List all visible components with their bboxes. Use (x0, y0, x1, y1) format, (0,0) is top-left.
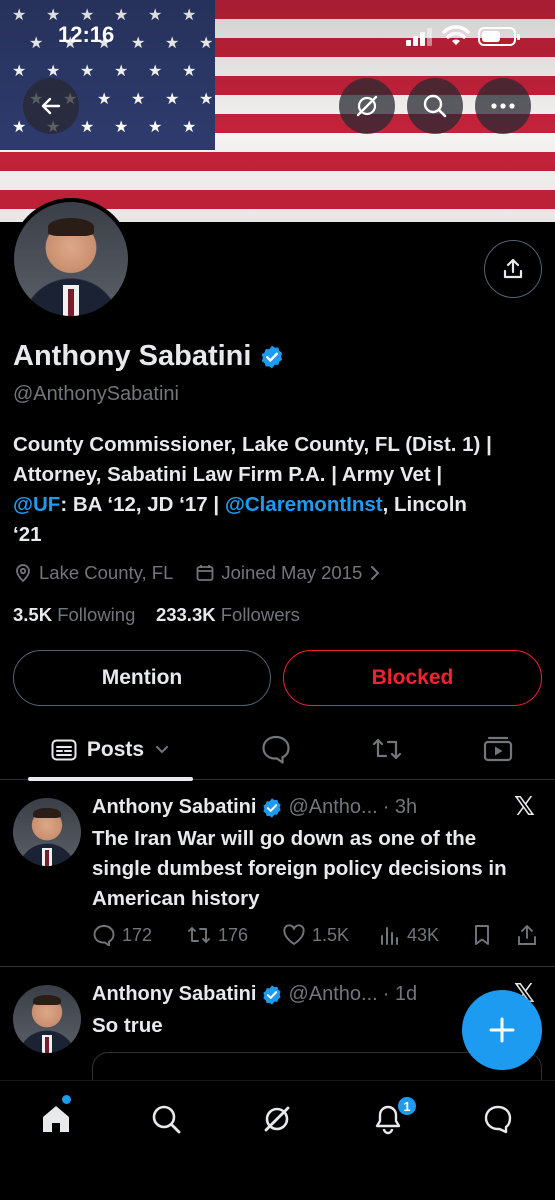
bio-line-4: ‘21 (13, 523, 42, 546)
avatar-photo (13, 985, 81, 1053)
following-label: Following (57, 604, 136, 625)
tab-posts-label: Posts (86, 738, 145, 761)
bookmark-button[interactable] (472, 924, 492, 946)
share-profile-button[interactable] (484, 240, 542, 298)
location-text: Lake County, FL (39, 562, 174, 583)
signal-icon (406, 28, 432, 46)
mention-button[interactable]: Mention (13, 650, 271, 706)
posts-tab-icon (51, 739, 77, 761)
status-time: 12:16 (58, 22, 115, 47)
calendar-icon (196, 565, 214, 581)
views-icon (381, 927, 398, 945)
post-time: · 3h (382, 796, 418, 818)
share-icon (503, 258, 523, 279)
search-icon (423, 94, 447, 118)
verified-badge-icon (263, 984, 282, 1005)
back-button[interactable] (23, 78, 79, 134)
followers-link[interactable]: 233.3K Followers (156, 604, 300, 625)
following-count: 3.5K (13, 604, 53, 625)
profile-avatar[interactable] (10, 198, 132, 320)
x-logo-icon: 𝕏 (514, 791, 535, 821)
status-bar: 12:16 (0, 0, 555, 70)
bottom-navigation: 1 (0, 1080, 555, 1200)
profile-tabs: Posts (0, 720, 555, 781)
post-header: Anthony Sabatini @Antho... · 1d (92, 983, 417, 1006)
post-avatar[interactable] (13, 985, 81, 1053)
heart-icon (283, 924, 305, 945)
profile-name: Anthony Sabatini (13, 340, 252, 372)
nav-search[interactable] (146, 1099, 186, 1139)
home-icon (43, 1106, 69, 1132)
profile-handle: @AnthonySabatini (13, 383, 179, 405)
more-icon (491, 103, 515, 109)
repost-icon (188, 927, 210, 943)
profile-stats: 3.5K Following 233.3K Followers (13, 604, 300, 626)
followers-label: Followers (220, 604, 300, 625)
share-icon (518, 925, 536, 945)
mention-uf-link[interactable]: @UF (13, 493, 60, 516)
following-link[interactable]: 3.5K Following (13, 604, 135, 625)
followers-count: 233.3K (155, 604, 216, 625)
nav-grok[interactable] (257, 1099, 297, 1139)
post-author-handle: @Antho... (288, 983, 378, 1005)
avatar-photo (14, 202, 128, 316)
location-icon (16, 564, 30, 583)
blocked-button[interactable]: Blocked (283, 650, 542, 706)
bio-line-2: Attorney, Sabatini Law Firm P.A. | Army … (13, 463, 443, 486)
share-post-button[interactable] (516, 924, 538, 946)
bio-line-1: County Commissioner, Lake County, FL (Di… (13, 433, 492, 456)
battery-icon (478, 27, 520, 46)
reply-icon (93, 925, 115, 946)
reply-button[interactable]: 172 (92, 924, 152, 946)
bookmark-icon (475, 925, 489, 945)
notifications-badge: 1 (396, 1095, 418, 1117)
repost-button[interactable]: 176 (186, 924, 248, 946)
repost-count: 176 (218, 924, 249, 945)
search-icon (152, 1105, 181, 1134)
post-author-name[interactable]: Anthony Sabatini (92, 796, 256, 819)
post-author-handle: @Antho... (288, 796, 378, 818)
joined-text: Joined May 2015 (221, 562, 363, 583)
verified-badge-icon (263, 797, 282, 818)
post-time: · 1d (382, 983, 418, 1005)
messages-icon (484, 1105, 512, 1134)
plus-icon (489, 1017, 515, 1043)
grok-button[interactable] (339, 78, 395, 134)
mention-claremont-link[interactable]: @ClaremontInst (225, 493, 383, 516)
nav-messages[interactable] (478, 1099, 518, 1139)
like-button[interactable]: 1.5K (282, 924, 349, 946)
post-avatar[interactable] (13, 798, 81, 866)
nav-home[interactable] (36, 1099, 76, 1139)
chevron-down-icon (156, 746, 169, 754)
avatar-photo (13, 798, 81, 866)
bio-text: , Lincoln (382, 493, 467, 516)
post-header: Anthony Sabatini @Antho... · 3h (92, 796, 417, 819)
arrow-left-icon (41, 97, 61, 115)
search-button[interactable] (407, 78, 463, 134)
bio-text: : BA ‘12, JD ‘17 | (60, 493, 225, 516)
verified-badge-icon[interactable] (259, 344, 285, 370)
views-button[interactable]: 43K (379, 924, 439, 946)
grok-icon (264, 1106, 290, 1132)
more-options-button[interactable] (475, 78, 531, 134)
like-count: 1.5K (312, 924, 350, 945)
home-unread-dot (62, 1095, 71, 1104)
media-tab-icon[interactable] (482, 734, 514, 764)
replies-tab-icon[interactable] (260, 734, 292, 764)
profile-name-row: Anthony Sabatini (13, 340, 285, 373)
profile-bio: County Commissioner, Lake County, FL (Di… (13, 430, 543, 550)
reposts-tab-icon[interactable] (370, 734, 404, 764)
wifi-icon (442, 25, 470, 45)
post-author-name[interactable]: Anthony Sabatini (92, 983, 256, 1006)
post-actions: 172 176 1.5K 43K (92, 924, 542, 950)
grok-icon (356, 95, 378, 117)
profile-meta: Lake County, FL Joined May 2015 (13, 562, 382, 584)
compose-post-button[interactable] (462, 990, 542, 1070)
tab-posts[interactable]: Posts (28, 720, 193, 781)
reply-count: 172 (122, 924, 153, 945)
bio-line-3: @UF: BA ‘12, JD ‘17 | @ClaremontInst, Li… (13, 490, 543, 520)
views-count: 43K (407, 924, 440, 945)
chevron-right-icon[interactable] (368, 564, 382, 582)
post-text: The Iran War will go down as one of the … (92, 827, 507, 910)
